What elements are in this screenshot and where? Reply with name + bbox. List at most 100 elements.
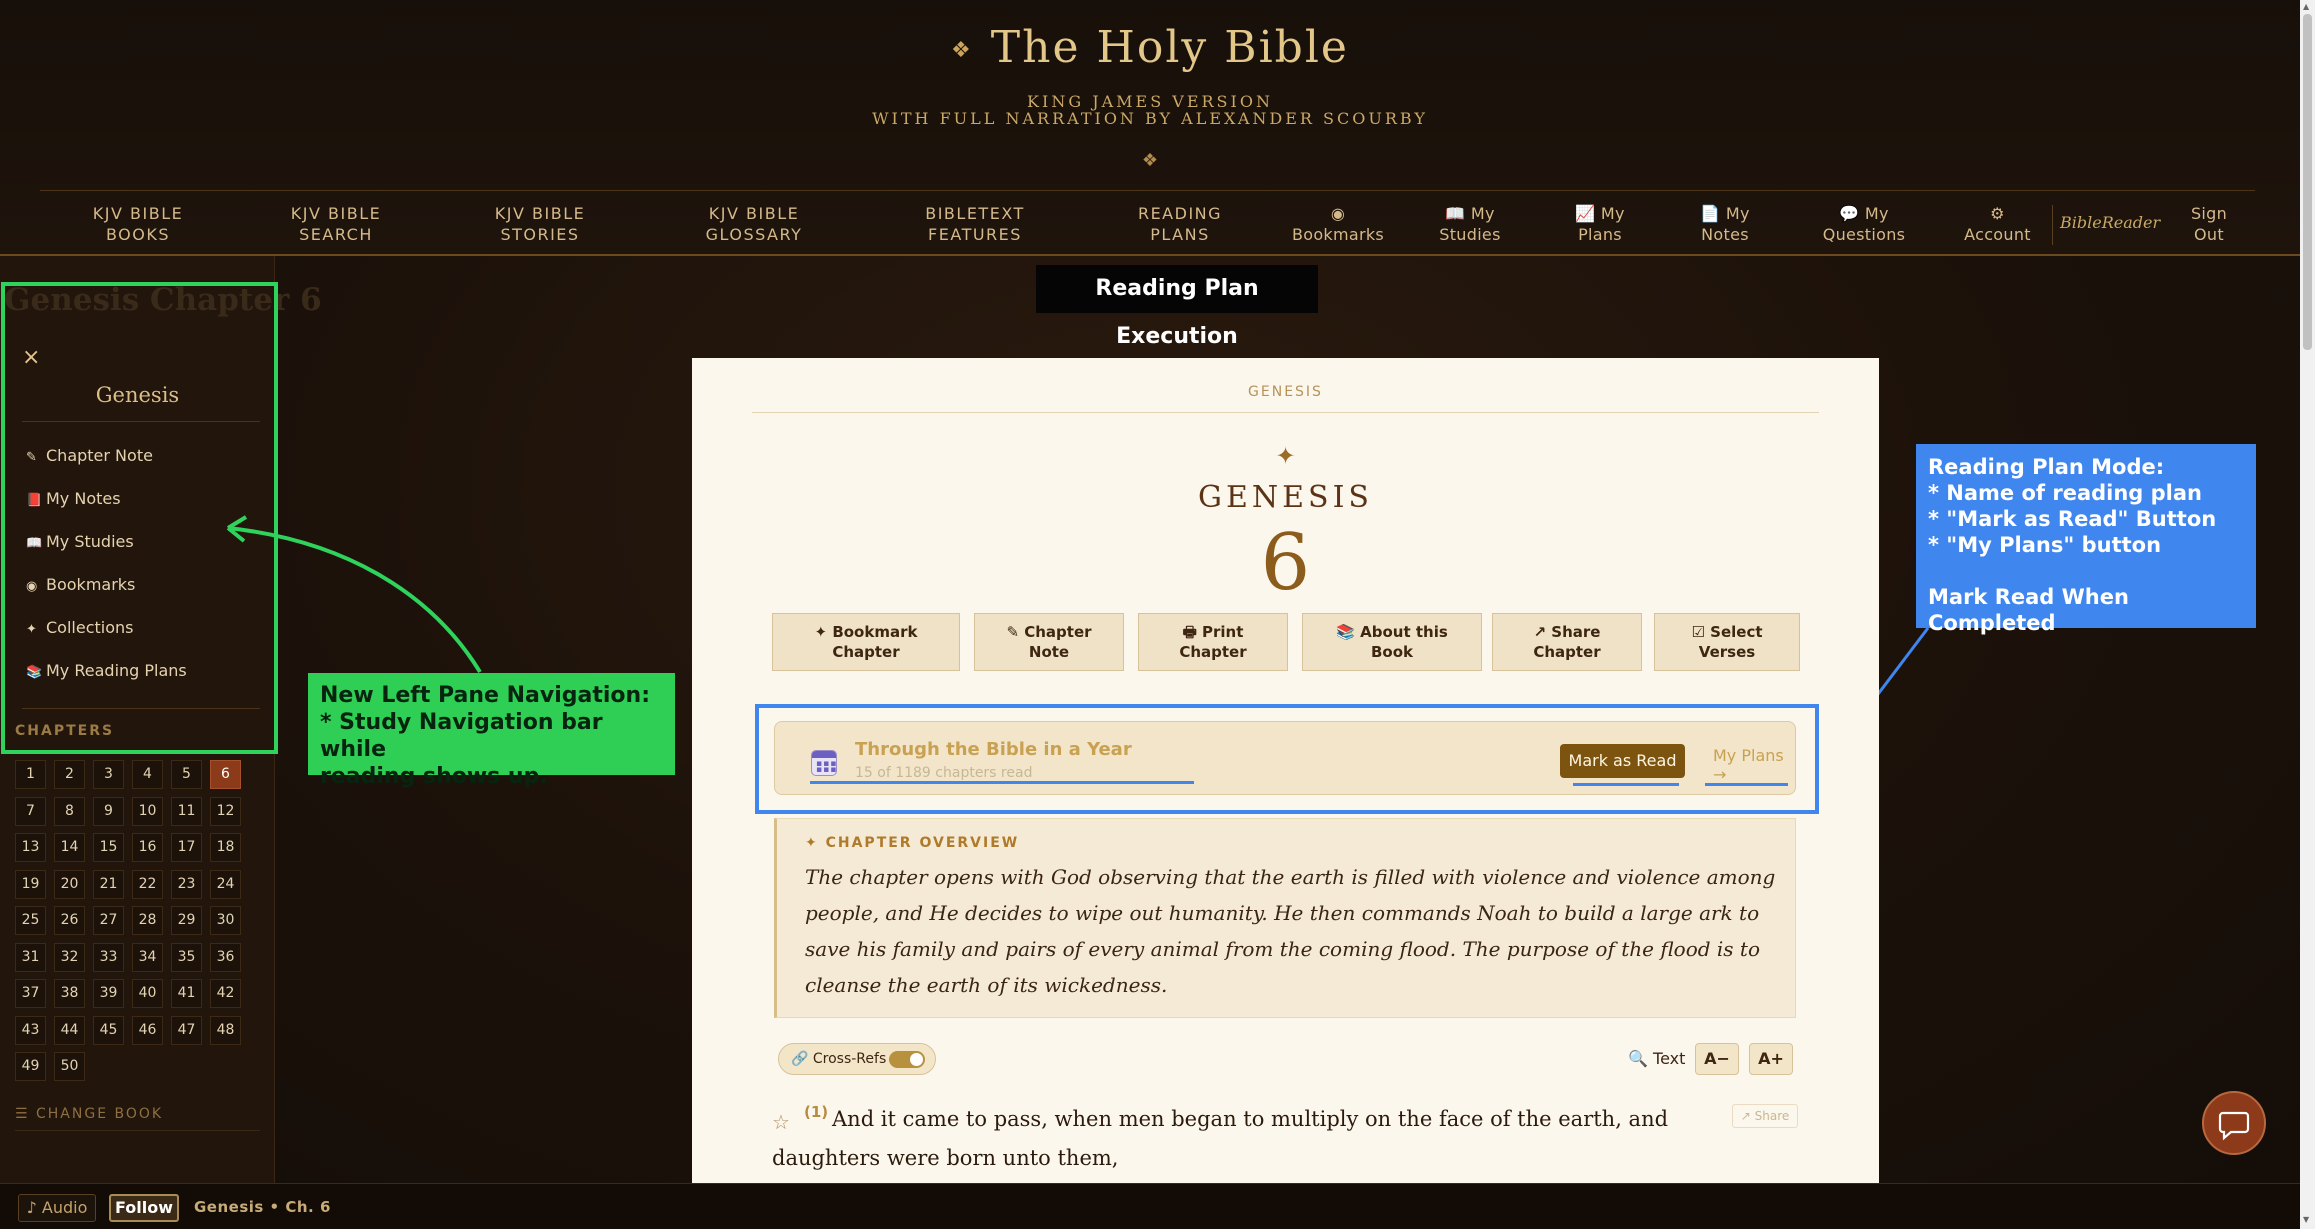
nav-kjv-books[interactable]: KJV BIBLE BOOKS bbox=[78, 203, 198, 245]
chapter-button[interactable]: 34 bbox=[132, 942, 163, 972]
chapter-button[interactable]: 3 bbox=[93, 760, 124, 789]
chapter-button[interactable]: 33 bbox=[93, 942, 124, 972]
chapter-button[interactable]: 11 bbox=[171, 796, 202, 826]
chapter-button[interactable]: 7 bbox=[15, 796, 46, 826]
chapter-button[interactable]: 38 bbox=[54, 979, 85, 1008]
nav-bookmarks[interactable]: ◉ Bookmarks bbox=[1282, 203, 1394, 245]
reader-book-title: GENESIS bbox=[1198, 480, 1373, 515]
nav-sign-out[interactable]: Sign Out bbox=[2168, 203, 2250, 245]
chapter-button[interactable]: 21 bbox=[93, 869, 124, 899]
chapter-button[interactable]: 45 bbox=[93, 1015, 124, 1045]
verse-bookmark-star-icon[interactable]: ☆ bbox=[772, 1110, 790, 1134]
scroll-up-arrow-icon[interactable]: ▲ bbox=[2303, 2, 2309, 11]
chapter-button[interactable]: 29 bbox=[171, 906, 202, 935]
chapter-button[interactable]: 31 bbox=[15, 942, 46, 972]
chapter-button[interactable]: 1 bbox=[15, 760, 46, 789]
chapter-button[interactable]: 18 bbox=[210, 833, 241, 862]
chapter-button[interactable]: 28 bbox=[132, 906, 163, 935]
nav-kjv-glossary[interactable]: KJV BIBLE GLOSSARY bbox=[690, 203, 818, 245]
nav-kjv-search[interactable]: KJV BIBLE SEARCH bbox=[276, 203, 396, 245]
chapter-button[interactable]: 44 bbox=[54, 1015, 85, 1045]
title-ornament-icon: ❖ bbox=[951, 38, 973, 63]
nav-kjv-stories[interactable]: KJV BIBLE STORIES bbox=[480, 203, 600, 245]
verse-share-button[interactable]: ↗ Share bbox=[1732, 1104, 1798, 1128]
nav-account[interactable]: ⚙ Account bbox=[1950, 203, 2045, 245]
gear-icon: ⚙ bbox=[1990, 204, 2005, 223]
chapter-button[interactable]: 43 bbox=[15, 1015, 46, 1045]
scrollbar-thumb[interactable] bbox=[2303, 14, 2312, 350]
chapter-button[interactable]: 50 bbox=[54, 1052, 85, 1081]
chapter-button[interactable]: 4 bbox=[132, 760, 163, 789]
chapter-button[interactable]: 23 bbox=[171, 869, 202, 899]
chapter-button[interactable]: 27 bbox=[93, 906, 124, 935]
chapter-button[interactable]: 41 bbox=[171, 979, 202, 1008]
chapter-button[interactable]: 17 bbox=[171, 833, 202, 862]
verse-text: And it came to pass, when men began to m… bbox=[772, 1107, 1669, 1170]
annotation-underline bbox=[810, 781, 1194, 784]
chapter-button[interactable]: 42 bbox=[210, 979, 241, 1008]
follow-button[interactable]: Follow bbox=[109, 1194, 179, 1222]
chapter-button[interactable]: 48 bbox=[210, 1015, 241, 1045]
site-subtitle-line2: WITH FULL NARRATION BY ALEXANDER SCOURBY bbox=[872, 109, 1428, 128]
chapter-button[interactable]: 9 bbox=[93, 796, 124, 826]
print-chapter-button[interactable]: 🖶 Print Chapter bbox=[1138, 613, 1288, 671]
nav-bibletext-features[interactable]: BIBLETEXT FEATURES bbox=[910, 203, 1040, 245]
chapter-button[interactable]: 26 bbox=[54, 906, 85, 935]
chapter-button[interactable]: 2 bbox=[54, 760, 85, 789]
chat-button[interactable] bbox=[2202, 1091, 2266, 1155]
chapter-button[interactable]: 36 bbox=[210, 942, 241, 972]
chapter-button[interactable]: 8 bbox=[54, 796, 85, 826]
chapter-button[interactable]: 15 bbox=[93, 833, 124, 862]
annotation-underline bbox=[1573, 783, 1679, 786]
font-increase-button[interactable]: A+ bbox=[1749, 1043, 1793, 1075]
select-verses-button[interactable]: ☑ Select Verses bbox=[1654, 613, 1800, 671]
site-title: ❖ The Holy Bible bbox=[951, 22, 1349, 73]
cross-refs-toggle[interactable]: 🔗 Cross-Refs bbox=[778, 1043, 936, 1075]
chapter-button[interactable]: 24 bbox=[210, 869, 241, 899]
chapter-button[interactable]: 22 bbox=[132, 869, 163, 899]
chapter-overview: ✦ CHAPTER OVERVIEW The chapter opens wit… bbox=[774, 818, 1796, 1018]
chapter-button[interactable]: 6 bbox=[210, 760, 241, 789]
chapter-button[interactable]: 10 bbox=[132, 796, 163, 826]
scroll-down-arrow-icon[interactable]: ▼ bbox=[2303, 1215, 2309, 1224]
about-book-button[interactable]: 📚 About this Book bbox=[1302, 613, 1482, 671]
chapter-button[interactable]: 14 bbox=[54, 833, 85, 862]
star-ornament-icon: ✦ bbox=[1275, 442, 1296, 470]
change-book-button[interactable]: ☰ CHANGE BOOK bbox=[15, 1106, 163, 1122]
nav-my-plans[interactable]: 📈 My Plans bbox=[1555, 203, 1645, 245]
nav-my-studies[interactable]: 📖 My Studies bbox=[1420, 203, 1520, 245]
chapter-button[interactable]: 5 bbox=[171, 760, 202, 789]
text-search-button[interactable]: 🔍 Text bbox=[1628, 1049, 1685, 1068]
audio-button[interactable]: ♪ Audio bbox=[18, 1194, 96, 1222]
chapter-button[interactable]: 47 bbox=[171, 1015, 202, 1045]
pane-divider bbox=[15, 1130, 260, 1131]
chapter-button[interactable]: 12 bbox=[210, 796, 241, 826]
chapter-button[interactable]: 25 bbox=[15, 906, 46, 935]
chapter-button[interactable]: 39 bbox=[93, 979, 124, 1008]
chapter-button[interactable]: 35 bbox=[171, 942, 202, 972]
toggle-switch[interactable] bbox=[889, 1051, 925, 1068]
nav-separator bbox=[2052, 205, 2053, 245]
chapter-button[interactable]: 19 bbox=[15, 869, 46, 899]
nav-reading-plans[interactable]: READING PLANS bbox=[1120, 203, 1240, 245]
chapter-button[interactable]: 16 bbox=[132, 833, 163, 862]
now-playing-label: Genesis • Ch. 6 bbox=[194, 1198, 331, 1216]
chapter-button[interactable]: 30 bbox=[210, 906, 241, 935]
chapter-overview-label: ✦ CHAPTER OVERVIEW bbox=[805, 835, 1020, 851]
chapter-button[interactable]: 13 bbox=[15, 833, 46, 862]
nav-biblereader[interactable]: BibleReader bbox=[2060, 213, 2160, 232]
nav-my-notes[interactable]: 📄 My Notes bbox=[1680, 203, 1770, 245]
bookmark-chapter-button[interactable]: ✦ Bookmark Chapter bbox=[772, 613, 960, 671]
chapter-button[interactable]: 20 bbox=[54, 869, 85, 899]
nav-my-questions[interactable]: 💬 My Questions bbox=[1808, 203, 1920, 245]
chapter-button[interactable]: 46 bbox=[132, 1015, 163, 1045]
chapter-button[interactable]: 40 bbox=[132, 979, 163, 1008]
chapter-button[interactable]: 49 bbox=[15, 1052, 46, 1081]
chat-bubble-icon bbox=[2218, 1111, 2250, 1141]
share-chapter-button[interactable]: ↗ Share Chapter bbox=[1492, 613, 1642, 671]
font-decrease-button[interactable]: A− bbox=[1695, 1043, 1739, 1075]
chapter-button[interactable]: 32 bbox=[54, 942, 85, 972]
chapter-button[interactable]: 37 bbox=[15, 979, 46, 1008]
chapter-note-button[interactable]: ✎ Chapter Note bbox=[974, 613, 1124, 671]
audio-bar: ♪ Audio Follow Genesis • Ch. 6 bbox=[0, 1183, 2300, 1229]
